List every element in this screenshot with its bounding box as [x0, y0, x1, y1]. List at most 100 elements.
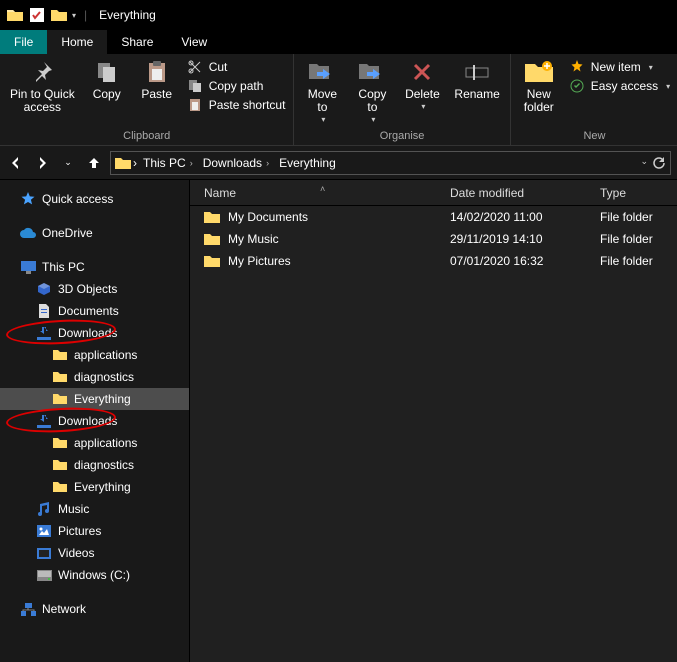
- back-button[interactable]: [6, 153, 26, 173]
- tree-downloads-1[interactable]: Downloads: [0, 322, 189, 344]
- folder-icon: [6, 6, 24, 24]
- folder-icon: [52, 457, 68, 473]
- group-clipboard: Pin to Quick access Copy Paste Cut: [0, 54, 294, 145]
- file-type: File folder: [600, 232, 677, 246]
- network-icon: [20, 601, 36, 617]
- file-name: My Documents: [228, 210, 308, 224]
- tree-music[interactable]: Music: [0, 498, 189, 520]
- breadcrumb-downloads[interactable]: Downloads›: [199, 156, 273, 170]
- folder-icon: [52, 479, 68, 495]
- new-folder-qat-icon[interactable]: [50, 6, 68, 24]
- ribbon: Pin to Quick access Copy Paste Cut: [0, 54, 677, 146]
- new-folder-button[interactable]: New folder: [515, 56, 563, 116]
- up-button[interactable]: [84, 153, 104, 173]
- paste-shortcut-icon: [187, 97, 203, 113]
- file-date: 29/11/2019 14:10: [450, 232, 600, 246]
- monitor-icon: [20, 259, 36, 275]
- address-bar: ⌄ › This PC› Downloads› Everything ⌄: [0, 146, 677, 180]
- chevron-right-icon[interactable]: ›: [133, 156, 137, 170]
- tree-applications-1[interactable]: applications: [0, 344, 189, 366]
- move-to-icon: [308, 58, 336, 86]
- breadcrumb-this-pc[interactable]: This PC›: [139, 156, 197, 170]
- folder-icon: [52, 391, 68, 407]
- delete-button[interactable]: Delete▾: [398, 56, 446, 114]
- easy-access-icon: [569, 78, 585, 94]
- ribbon-tabs: File Home Share View: [0, 30, 677, 54]
- tree-videos[interactable]: Videos: [0, 542, 189, 564]
- copy-to-icon: [358, 58, 386, 86]
- tree-documents[interactable]: Documents: [0, 300, 189, 322]
- column-type[interactable]: Type: [600, 186, 677, 200]
- tree-diagnostics-1[interactable]: diagnostics: [0, 366, 189, 388]
- tree-pictures[interactable]: Pictures: [0, 520, 189, 542]
- delete-icon: [408, 58, 436, 86]
- file-row[interactable]: My Pictures 07/01/2020 16:32 File folder: [190, 250, 677, 272]
- refresh-button[interactable]: [652, 156, 666, 170]
- tab-home[interactable]: Home: [47, 30, 107, 54]
- group-new: New folder New item▾ Easy access▾ New: [511, 54, 677, 145]
- tree-diagnostics-2[interactable]: diagnostics: [0, 454, 189, 476]
- file-row[interactable]: My Music 29/11/2019 14:10 File folder: [190, 228, 677, 250]
- star-icon: [20, 191, 36, 207]
- cube-icon: [36, 281, 52, 297]
- tree-everything-1[interactable]: Everything: [0, 388, 189, 410]
- new-group-label: New: [515, 128, 674, 145]
- cloud-icon: [20, 225, 36, 241]
- easy-access-button[interactable]: Easy access▾: [565, 77, 674, 95]
- tree-this-pc[interactable]: This PC: [0, 256, 189, 278]
- column-headers[interactable]: Name ˄ Date modified Type: [190, 180, 677, 206]
- paste-shortcut-button[interactable]: Paste shortcut: [183, 96, 290, 114]
- tree-onedrive[interactable]: OneDrive: [0, 222, 189, 244]
- folder-icon: [52, 347, 68, 363]
- address-dropdown-icon[interactable]: ⌄: [640, 156, 648, 170]
- tab-file[interactable]: File: [0, 30, 47, 54]
- window-title: Everything: [99, 8, 156, 22]
- pin-to-quick-access-button[interactable]: Pin to Quick access: [4, 56, 81, 116]
- folder-icon: [52, 435, 68, 451]
- breadcrumb-box[interactable]: › This PC› Downloads› Everything ⌄: [110, 151, 671, 175]
- tree-everything-2[interactable]: Everything: [0, 476, 189, 498]
- move-to-button[interactable]: Move to▾: [298, 56, 346, 127]
- tab-view[interactable]: View: [167, 30, 221, 54]
- recent-locations-button[interactable]: ⌄: [58, 153, 78, 173]
- new-item-button[interactable]: New item▾: [565, 58, 674, 76]
- videos-icon: [36, 545, 52, 561]
- folder-icon: [204, 253, 220, 269]
- title-separator: |: [84, 8, 87, 22]
- file-row[interactable]: My Documents 14/02/2020 11:00 File folde…: [190, 206, 677, 228]
- qat-dropdown-icon[interactable]: ▾: [72, 11, 76, 20]
- document-icon: [36, 303, 52, 319]
- tree-applications-2[interactable]: applications: [0, 432, 189, 454]
- music-icon: [36, 501, 52, 517]
- download-icon: [36, 325, 52, 341]
- group-organise: Move to▾ Copy to▾ Delete▾ Rename: [294, 54, 510, 145]
- file-type: File folder: [600, 254, 677, 268]
- new-item-icon: [569, 59, 585, 75]
- properties-qat-icon[interactable]: [28, 6, 46, 24]
- navigation-tree[interactable]: Quick access OneDrive This PC 3D Objects…: [0, 180, 190, 662]
- column-date[interactable]: Date modified: [450, 186, 600, 200]
- tree-windows-c[interactable]: Windows (C:): [0, 564, 189, 586]
- tree-network[interactable]: Network: [0, 598, 189, 620]
- breadcrumb-everything[interactable]: Everything: [275, 156, 340, 170]
- scissors-icon: [187, 59, 203, 75]
- copy-to-button[interactable]: Copy to▾: [348, 56, 396, 127]
- tree-downloads-2[interactable]: Downloads: [0, 410, 189, 432]
- folder-icon: [115, 156, 131, 170]
- copy-path-button[interactable]: Copy path: [183, 77, 290, 95]
- rename-button[interactable]: Rename: [448, 56, 505, 103]
- sort-indicator-icon: ˄: [320, 184, 325, 194]
- cut-button[interactable]: Cut: [183, 58, 290, 76]
- copy-button[interactable]: Copy: [83, 56, 131, 103]
- tree-quick-access[interactable]: Quick access: [0, 188, 189, 210]
- folder-icon: [52, 369, 68, 385]
- forward-button[interactable]: [32, 153, 52, 173]
- body: Quick access OneDrive This PC 3D Objects…: [0, 180, 677, 662]
- paste-button[interactable]: Paste: [133, 56, 181, 103]
- column-name[interactable]: Name ˄: [190, 186, 450, 200]
- file-date: 14/02/2020 11:00: [450, 210, 600, 224]
- title-bar: ▾ | Everything: [0, 0, 677, 30]
- tree-3d-objects[interactable]: 3D Objects: [0, 278, 189, 300]
- drive-icon: [36, 567, 52, 583]
- tab-share[interactable]: Share: [107, 30, 167, 54]
